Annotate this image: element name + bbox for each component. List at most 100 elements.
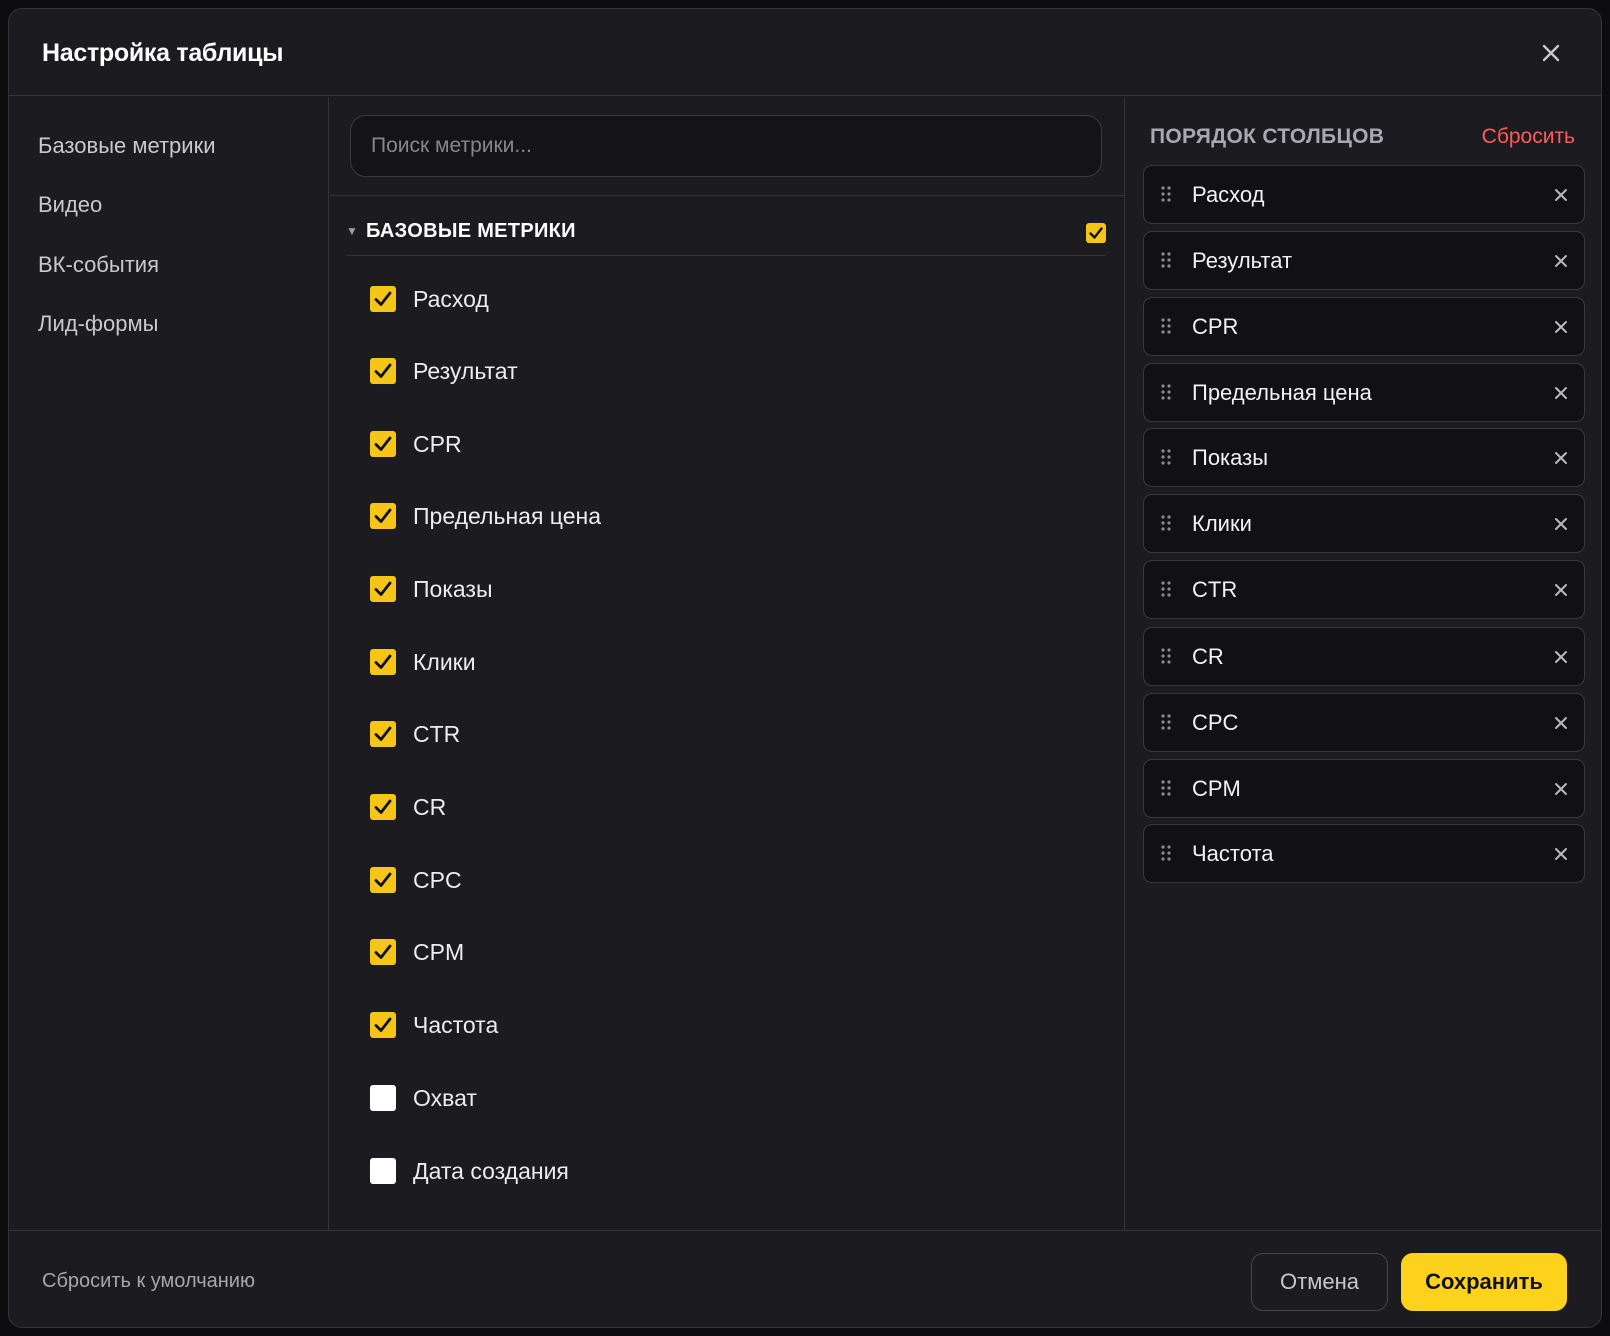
category-sidebar: Базовые метрики Видео ВК-события Лид-фор… — [9, 97, 329, 1230]
sidebar-item-base-metrics[interactable]: Базовые метрики — [38, 133, 216, 159]
close-button[interactable] — [1539, 41, 1563, 65]
metric-label: CPM — [413, 939, 465, 965]
column-order-item[interactable]: Частота — [1143, 824, 1585, 883]
column-order-label: CPR — [1192, 314, 1239, 339]
metric-item[interactable]: Предельная цена — [370, 503, 1070, 531]
remove-icon[interactable] — [1554, 188, 1568, 202]
remove-icon[interactable] — [1554, 847, 1568, 861]
remove-icon[interactable] — [1554, 650, 1568, 664]
search-input[interactable] — [351, 116, 1101, 176]
metric-item[interactable]: Охват — [370, 1085, 1070, 1113]
metric-checkbox[interactable] — [370, 939, 396, 965]
remove-icon[interactable] — [1554, 583, 1568, 597]
column-order-label: CPM — [1192, 776, 1241, 801]
drag-handle-icon[interactable] — [1161, 384, 1171, 400]
column-order-item[interactable]: Предельная цена — [1143, 363, 1585, 422]
metric-checkbox[interactable] — [370, 1012, 396, 1038]
column-order-item[interactable]: CPR — [1143, 297, 1585, 356]
metric-item[interactable]: CR — [370, 794, 1070, 822]
column-order-item[interactable]: CPC — [1143, 693, 1585, 752]
column-order-label: Частота — [1192, 841, 1274, 866]
modal-title: Настройка таблицы — [42, 39, 284, 67]
drag-handle-icon[interactable] — [1161, 780, 1171, 796]
modal-footer: Сбросить к умолчанию Отмена Сохранить — [9, 1230, 1601, 1327]
column-order-item[interactable]: Результат — [1143, 231, 1585, 290]
drag-handle-icon[interactable] — [1161, 714, 1171, 730]
section-header[interactable]: ▼ БАЗОВЫЕ МЕТРИКИ — [346, 210, 1106, 256]
drag-handle-icon[interactable] — [1161, 515, 1171, 531]
metric-item[interactable]: Показы — [370, 576, 1070, 604]
metric-checkbox[interactable] — [370, 649, 396, 675]
remove-icon[interactable] — [1554, 386, 1568, 400]
drag-handle-icon[interactable] — [1161, 252, 1171, 268]
metric-item[interactable]: CTR — [370, 721, 1070, 749]
column-order-item[interactable]: Показы — [1143, 428, 1585, 487]
check-icon — [374, 436, 392, 451]
metric-checkbox[interactable] — [370, 503, 396, 529]
column-order-item[interactable]: Расход — [1143, 165, 1585, 224]
column-order-item[interactable]: CTR — [1143, 560, 1585, 619]
metric-item[interactable]: CPR — [370, 431, 1070, 459]
metric-label: CPC — [413, 867, 462, 893]
column-order-label: CTR — [1192, 577, 1238, 602]
sidebar-item-lead-forms[interactable]: Лид-формы — [38, 311, 158, 337]
drag-handle-icon[interactable] — [1161, 648, 1171, 664]
metric-item[interactable]: Расход — [370, 286, 1070, 314]
metric-label: Частота — [413, 1012, 499, 1038]
remove-icon[interactable] — [1554, 254, 1568, 268]
section-select-all-checkbox[interactable] — [1086, 223, 1106, 243]
column-order-label: Расход — [1192, 182, 1265, 207]
metric-item[interactable]: CPM — [370, 939, 1070, 967]
cancel-button[interactable]: Отмена — [1251, 1253, 1388, 1311]
drag-handle-icon[interactable] — [1161, 318, 1171, 334]
remove-icon[interactable] — [1554, 320, 1568, 334]
metric-label: Клики — [413, 649, 476, 675]
metric-item[interactable]: Дата создания — [370, 1158, 1070, 1186]
reset-to-default-link[interactable]: Сбросить к умолчанию — [42, 1270, 255, 1293]
metric-checkbox[interactable] — [370, 431, 396, 457]
drag-handle-icon[interactable] — [1161, 449, 1171, 465]
remove-icon[interactable] — [1554, 782, 1568, 796]
column-order-item[interactable]: CPM — [1143, 759, 1585, 818]
sidebar-item-video[interactable]: Видео — [38, 192, 102, 218]
caret-down-icon[interactable]: ▼ — [346, 224, 358, 238]
remove-icon[interactable] — [1554, 451, 1568, 465]
metric-label: Показы — [413, 576, 493, 602]
check-icon — [374, 508, 392, 523]
reset-order-link[interactable]: Сбросить — [1482, 125, 1575, 149]
column-order-title: ПОРЯДОК СТОЛБЦОВ — [1150, 125, 1385, 148]
column-order-item[interactable]: CR — [1143, 627, 1585, 686]
metric-checkbox[interactable] — [370, 1085, 396, 1111]
sidebar-item-vk-events[interactable]: ВК-события — [38, 252, 159, 278]
remove-icon[interactable] — [1554, 716, 1568, 730]
metric-checkbox[interactable] — [370, 358, 396, 384]
drag-handle-icon[interactable] — [1161, 581, 1171, 597]
metric-label: Предельная цена — [413, 503, 601, 529]
metric-item[interactable]: Результат — [370, 358, 1070, 386]
metric-checkbox[interactable] — [370, 867, 396, 893]
save-button[interactable]: Сохранить — [1401, 1253, 1567, 1311]
metric-checkbox[interactable] — [370, 1158, 396, 1184]
check-icon — [374, 291, 392, 306]
drag-handle-icon[interactable] — [1161, 845, 1171, 861]
column-order-item[interactable]: Клики — [1143, 494, 1585, 553]
metric-label: Расход — [413, 286, 489, 312]
drag-handle-icon[interactable] — [1161, 186, 1171, 202]
remove-icon[interactable] — [1554, 517, 1568, 531]
metric-checkbox[interactable] — [370, 286, 396, 312]
column-order-label: CR — [1192, 644, 1224, 669]
divider — [330, 195, 1125, 196]
column-order-panel: ПОРЯДОК СТОЛБЦОВ Сбросить Расход Результа… — [1126, 97, 1601, 1230]
metric-item[interactable]: Клики — [370, 649, 1070, 677]
metrics-panel: ▼ БАЗОВЫЕ МЕТРИКИ Расход Результат CPR — [330, 97, 1125, 1230]
metric-checkbox[interactable] — [370, 721, 396, 747]
section-title: БАЗОВЫЕ МЕТРИКИ — [366, 220, 576, 242]
metric-checkbox[interactable] — [370, 794, 396, 820]
table-settings-modal: Настройка таблицы Базовые метрики Видео … — [8, 8, 1602, 1328]
metric-item[interactable]: Частота — [370, 1012, 1070, 1040]
metric-checkbox[interactable] — [370, 576, 396, 602]
modal-header: Настройка таблицы — [9, 9, 1601, 96]
metric-item[interactable]: CPC — [370, 867, 1070, 895]
check-icon — [374, 726, 392, 741]
metric-label: Дата создания — [413, 1158, 569, 1184]
